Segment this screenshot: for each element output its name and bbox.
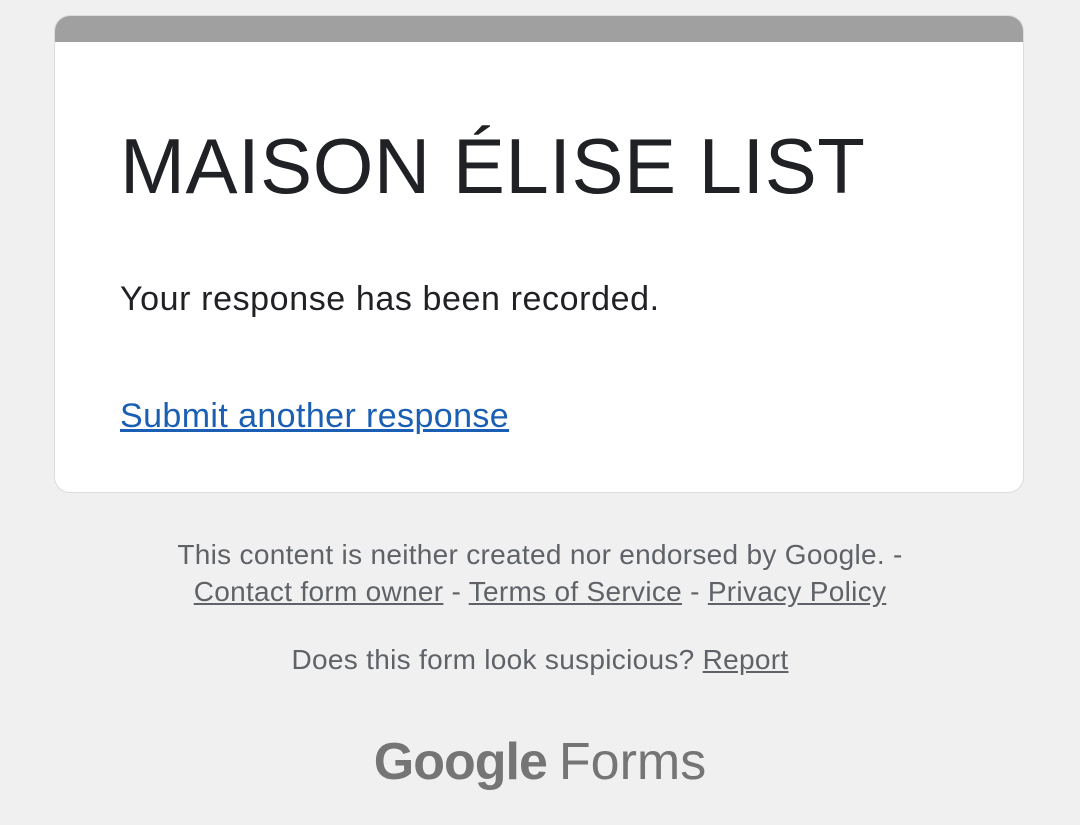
confirmation-message: Your response has been recorded. [120, 280, 660, 318]
response-card: MAISON ÉLISE LIST Your response has been… [54, 15, 1024, 493]
footer-separator: - [690, 576, 708, 607]
privacy-policy-link[interactable]: Privacy Policy [708, 576, 886, 607]
forms-wordmark: Forms [558, 733, 707, 791]
footer-separator: - [451, 576, 469, 607]
form-title: MAISON ÉLISE LIST [120, 122, 866, 210]
terms-of-service-link[interactable]: Terms of Service [469, 576, 682, 607]
report-section: Does this form look suspicious? Report [0, 641, 1080, 678]
google-wordmark: Google [373, 733, 548, 791]
google-forms-logo[interactable]: Google Forms [0, 732, 1080, 792]
contact-form-owner-link[interactable]: Contact form owner [194, 576, 444, 607]
footer-disclaimer: This content is neither created nor endo… [0, 536, 1080, 610]
report-link[interactable]: Report [703, 644, 789, 675]
submit-another-response-link[interactable]: Submit another response [120, 397, 509, 436]
footer-links: Contact form owner - Terms of Service - … [0, 573, 1080, 610]
card-header-bar [55, 16, 1023, 42]
suspicious-question: Does this form look suspicious? [291, 644, 703, 675]
disclaimer-text: This content is neither created nor endo… [177, 539, 903, 570]
